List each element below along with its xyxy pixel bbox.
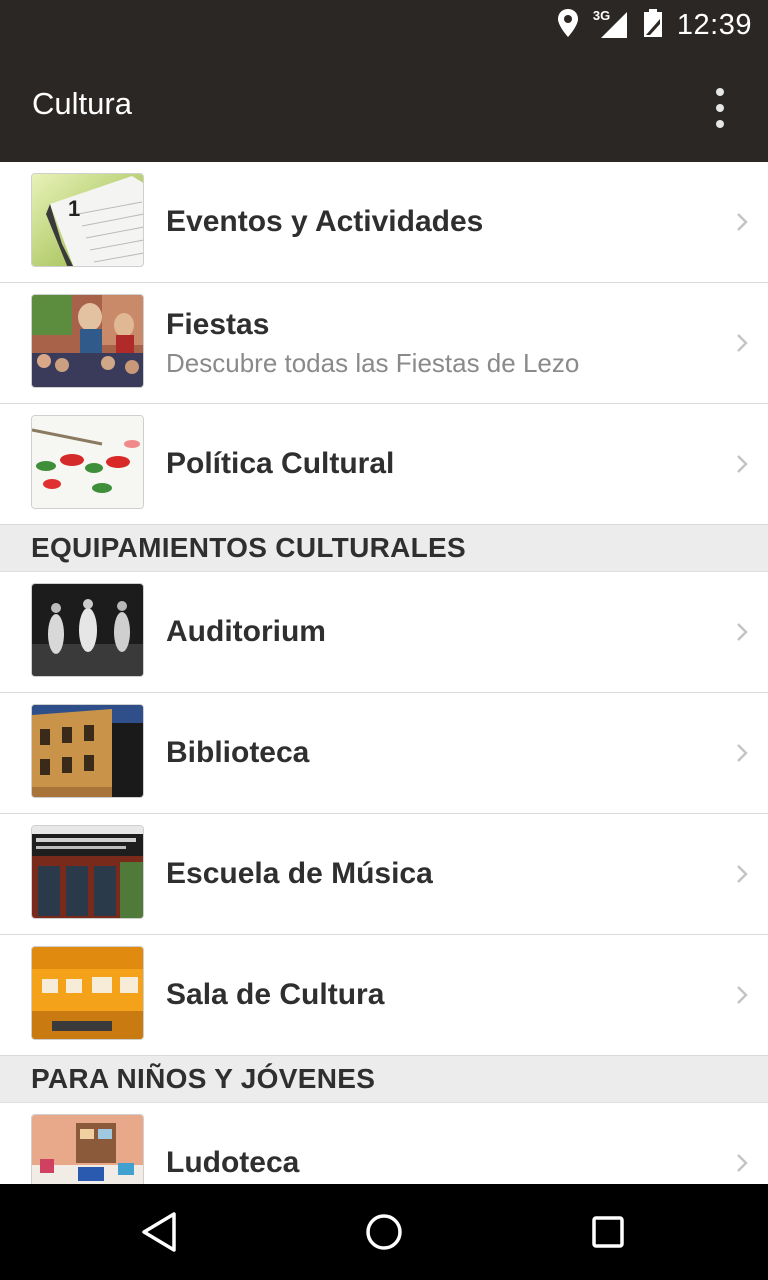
row-title: Eventos y Actividades	[166, 205, 484, 238]
menu-dot	[716, 104, 724, 112]
row-text: Eventos y Actividades	[166, 162, 708, 282]
chevron-right-icon	[737, 1154, 748, 1172]
chevron-right-icon	[737, 213, 748, 231]
list-item-ludoteca[interactable]: Ludoteca	[0, 1103, 768, 1184]
signal-icon: 3G	[592, 8, 629, 40]
navigation-bar	[0, 1184, 768, 1280]
back-icon[interactable]	[136, 1208, 184, 1256]
status-time: 12:39	[676, 8, 752, 41]
culture-list[interactable]: 1 Eventos y Actividades Fiestas Descubre…	[0, 162, 768, 1184]
section-header-equipamientos: EQUIPAMIENTOS CULTURALES	[0, 525, 768, 572]
status-icons: 3G 12:39	[557, 0, 752, 50]
row-title: Ludoteca	[166, 1146, 300, 1179]
row-title: Política Cultural	[166, 447, 395, 480]
row-title: Biblioteca	[166, 736, 310, 769]
recents-icon[interactable]	[584, 1208, 632, 1256]
status-bar: 3G 12:39	[0, 0, 768, 50]
home-icon[interactable]	[360, 1208, 408, 1256]
row-text: Fiestas Descubre todas las Fiestas de Le…	[166, 283, 708, 403]
row-subtitle: Descubre todas las Fiestas de Lezo	[166, 348, 580, 378]
list-item-sala-cultura[interactable]: Sala de Cultura	[0, 935, 768, 1056]
row-text: Ludoteca	[166, 1103, 708, 1184]
battery-icon	[643, 8, 663, 43]
list-item-eventos[interactable]: 1 Eventos y Actividades	[0, 162, 768, 283]
menu-dot	[716, 88, 724, 96]
svg-text:1: 1	[68, 196, 80, 221]
row-text: Sala de Cultura	[166, 935, 708, 1055]
section-title: EQUIPAMIENTOS CULTURALES	[31, 532, 466, 563]
row-text: Biblioteca	[166, 693, 708, 813]
network-type-label: 3G	[592, 8, 611, 23]
fiestas-thumbnail	[31, 294, 144, 388]
chevron-right-icon	[737, 744, 748, 762]
page-title: Cultura	[32, 86, 132, 121]
politica-thumbnail	[31, 415, 144, 509]
overflow-menu-icon[interactable]	[702, 88, 738, 128]
sala-cultura-thumbnail	[31, 946, 144, 1040]
menu-dot	[716, 120, 724, 128]
ludoteca-thumbnail	[31, 1114, 144, 1184]
row-title: Auditorium	[166, 615, 326, 648]
list-item-biblioteca[interactable]: Biblioteca	[0, 693, 768, 814]
calendar-thumbnail: 1	[31, 173, 144, 267]
list-item-escuela-musica[interactable]: Escuela de Música	[0, 814, 768, 935]
row-title: Sala de Cultura	[166, 978, 385, 1011]
row-text: Auditorium	[166, 572, 708, 692]
chevron-right-icon	[737, 455, 748, 473]
biblioteca-thumbnail	[31, 704, 144, 798]
list-item-auditorium[interactable]: Auditorium	[0, 572, 768, 693]
row-title: Escuela de Música	[166, 857, 433, 890]
section-title: PARA NIÑOS Y JÓVENES	[31, 1063, 376, 1094]
location-icon	[557, 8, 579, 43]
row-title: Fiestas	[166, 308, 270, 341]
escuela-musica-thumbnail	[31, 825, 144, 919]
app-bar: Cultura	[0, 50, 768, 162]
chevron-right-icon	[737, 865, 748, 883]
list-item-politica-cultural[interactable]: Política Cultural	[0, 404, 768, 525]
section-header-ninos-jovenes: PARA NIÑOS Y JÓVENES	[0, 1056, 768, 1103]
list-item-fiestas[interactable]: Fiestas Descubre todas las Fiestas de Le…	[0, 283, 768, 404]
chevron-right-icon	[737, 334, 748, 352]
chevron-right-icon	[737, 623, 748, 641]
chevron-right-icon	[737, 986, 748, 1004]
row-text: Escuela de Música	[166, 814, 708, 934]
row-text: Política Cultural	[166, 404, 708, 524]
auditorium-thumbnail	[31, 583, 144, 677]
